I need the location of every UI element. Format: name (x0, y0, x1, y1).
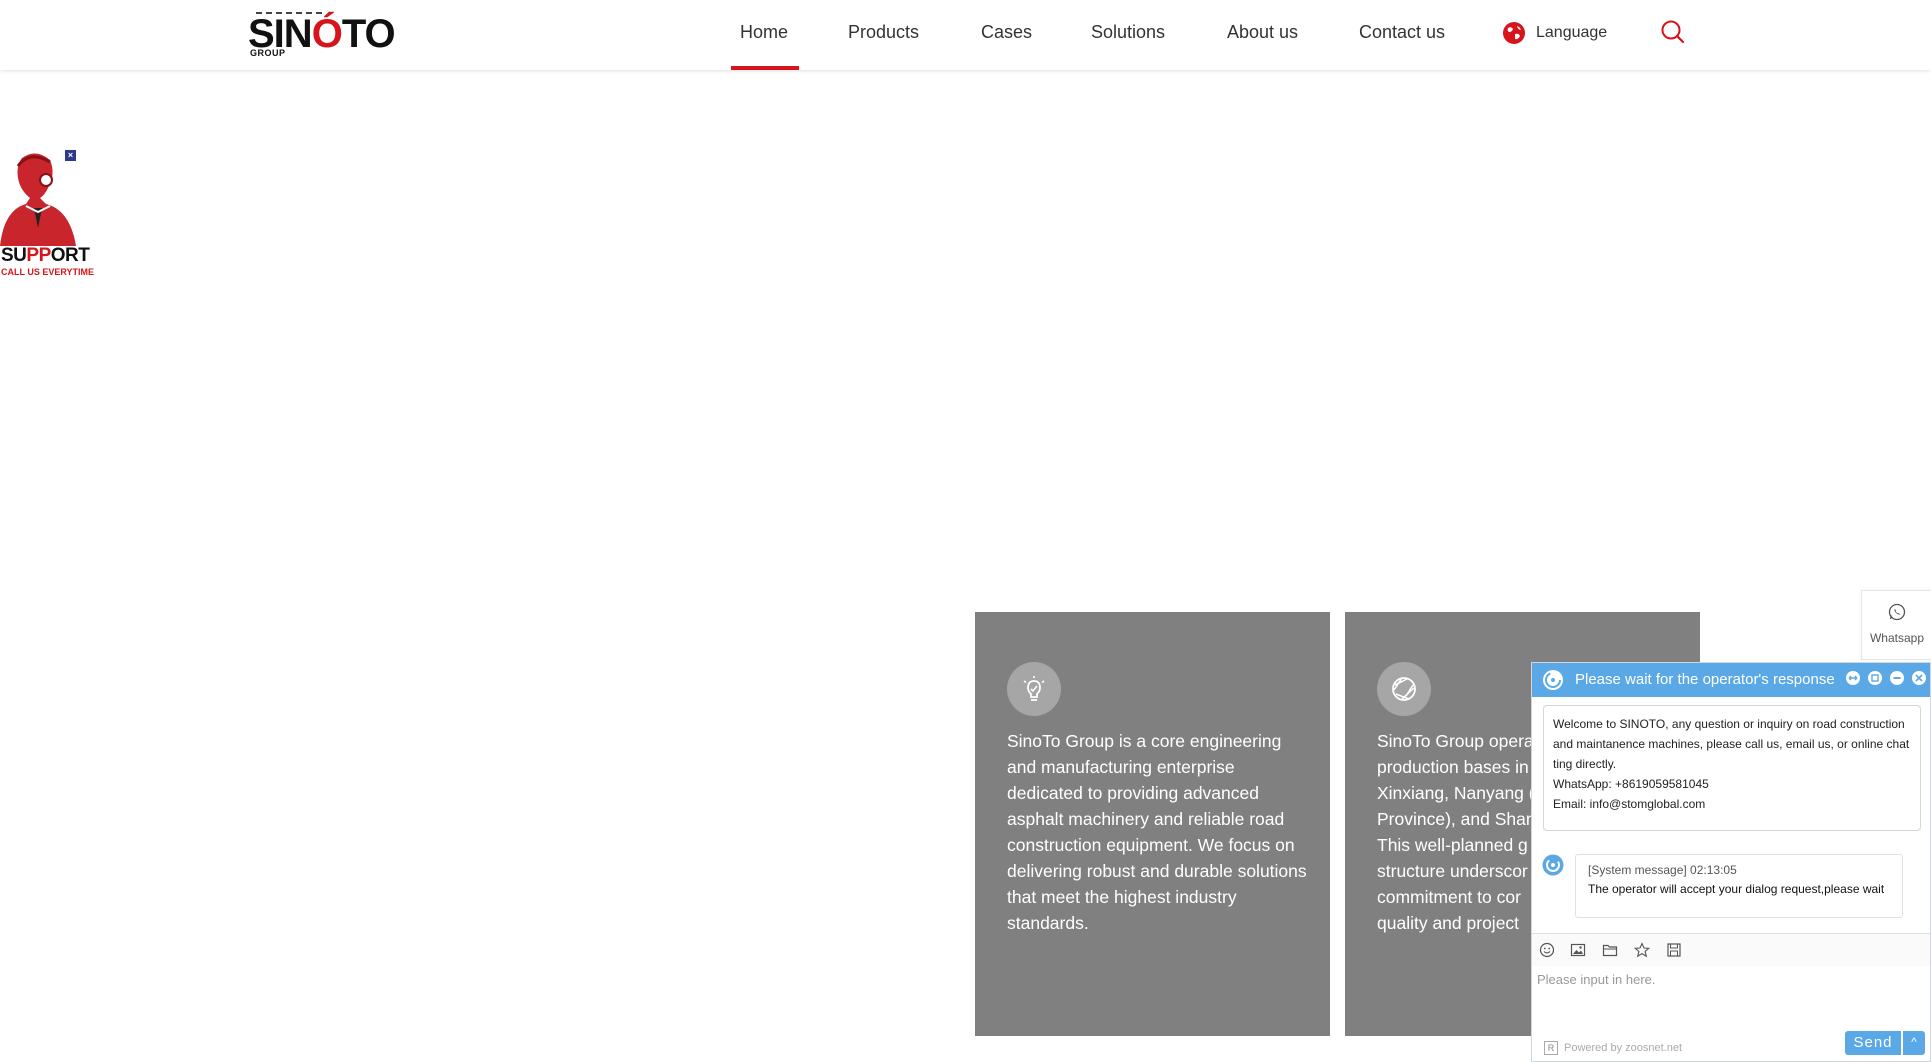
lightbulb-icon (1007, 662, 1061, 716)
nav-item-products[interactable]: Products (848, 22, 919, 43)
about-card-1: SinoTo Group is a core engineering and m… (975, 612, 1330, 1036)
minimize-icon[interactable] (1889, 670, 1905, 686)
chat-title: Please wait for the operator's response (1575, 671, 1835, 688)
nav-item-home[interactable]: Home (740, 22, 788, 43)
emoji-icon[interactable] (1539, 942, 1555, 958)
welcome-email: Email: info@stomglobal.com (1553, 797, 1706, 811)
powered-by-text: Powered by zoosnet.net (1564, 1042, 1683, 1054)
language-label: Language (1536, 24, 1608, 41)
resize-icon[interactable] (1845, 670, 1861, 686)
site-header: SINÓTO GROUP Home Products Cases Solutio… (0, 0, 1931, 70)
chat-header[interactable]: Please wait for the operator's response (1532, 663, 1930, 697)
support-title: SUPPORT (1, 245, 90, 266)
star-icon[interactable] (1634, 942, 1650, 958)
welcome-whatsapp: WhatsApp: +8619059581045 (1553, 777, 1709, 791)
nav-item-cases[interactable]: Cases (981, 22, 1032, 43)
nav-item-about-us[interactable]: About us (1227, 22, 1298, 43)
support-agent-icon (0, 153, 76, 246)
system-message-header: [System message] 02:13:05 (1588, 863, 1737, 877)
nav-item-solutions[interactable]: Solutions (1091, 22, 1165, 43)
about-card-text: SinoTo Group is a core engineering and m… (1007, 731, 1307, 933)
support-close-button[interactable]: × (65, 150, 76, 161)
save-icon[interactable] (1666, 942, 1682, 958)
system-message: [System message] 02:13:05 The operator w… (1575, 854, 1903, 918)
whatsapp-button[interactable]: Whatsapp (1861, 590, 1931, 660)
chat-toolbar (1532, 933, 1930, 967)
nav-active-indicator (731, 66, 799, 70)
logo-subtext: GROUP (250, 48, 286, 58)
aperture-icon (1377, 662, 1431, 716)
operator-icon (1543, 670, 1563, 690)
send-button[interactable]: Send (1845, 1031, 1901, 1055)
language-selector[interactable]: Language (1502, 20, 1607, 46)
welcome-text: Welcome to SINOTO, any question or inqui… (1553, 717, 1910, 771)
maximize-icon[interactable] (1867, 670, 1883, 686)
sinoto-logo[interactable]: SINÓTO GROUP (248, 10, 396, 60)
nav-item-contact-us[interactable]: Contact us (1359, 22, 1445, 43)
send-options-button[interactable]: ^ (1903, 1031, 1925, 1055)
search-icon[interactable] (1660, 19, 1686, 45)
folder-icon[interactable] (1602, 942, 1618, 958)
chat-window: Please wait for the operator's response … (1531, 662, 1931, 1062)
system-avatar-icon (1542, 854, 1564, 876)
globe-icon (1503, 22, 1525, 44)
powered-by[interactable]: R Powered by zoosnet.net (1544, 1041, 1682, 1055)
image-icon[interactable] (1570, 942, 1586, 958)
welcome-message: Welcome to SINOTO, any question or inqui… (1543, 705, 1921, 831)
chat-message-input[interactable] (1532, 966, 1930, 1026)
support-subtitle: CALL US EVERYTIME (1, 267, 95, 277)
system-message-text: The operator will accept your dialog req… (1588, 882, 1885, 896)
zoosnet-logo-icon: R (1544, 1041, 1558, 1055)
close-icon[interactable] (1911, 670, 1927, 686)
whatsapp-label: Whatsapp (1869, 631, 1925, 645)
whatsapp-icon (1888, 603, 1906, 621)
